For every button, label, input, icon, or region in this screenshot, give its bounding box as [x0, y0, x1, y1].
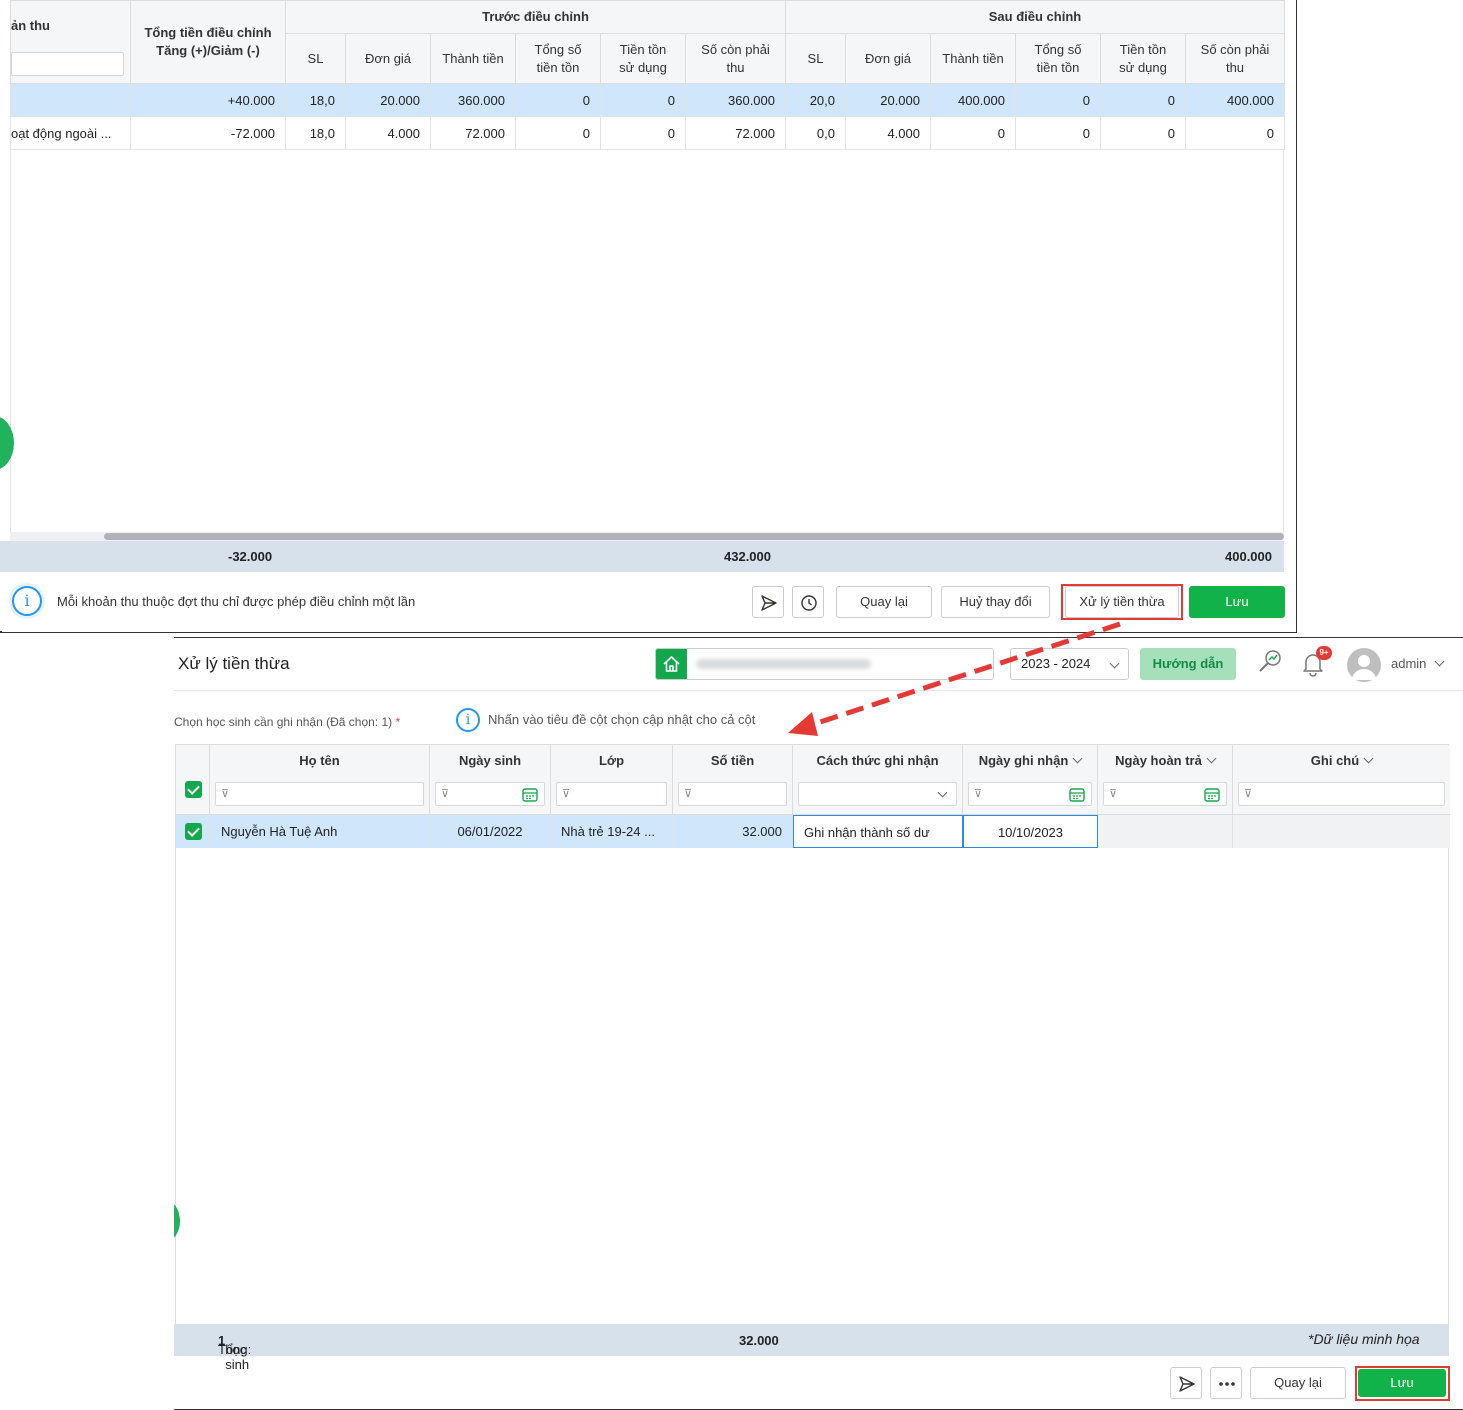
- annotation-arrow: [788, 621, 1121, 736]
